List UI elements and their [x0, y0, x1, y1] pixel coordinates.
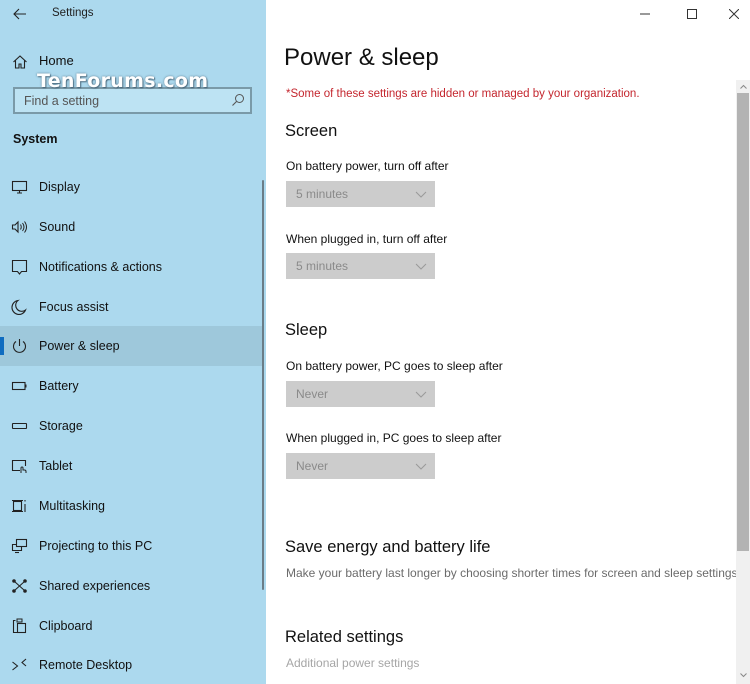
nav-label: Multitasking: [39, 499, 105, 513]
nav-label: Focus assist: [39, 300, 109, 314]
chevron-down-icon: [415, 191, 427, 198]
moon-icon: [11, 299, 27, 315]
sleep-plugged-label: When plugged in, PC goes to sleep after: [286, 431, 502, 445]
search-icon[interactable]: [231, 93, 245, 107]
dropdown-value: 5 minutes: [296, 259, 349, 273]
additional-power-settings-link[interactable]: Additional power settings: [286, 656, 419, 670]
sidebar-item-tablet[interactable]: Tablet: [0, 446, 262, 486]
tablet-icon: [11, 459, 27, 473]
speaker-icon: [11, 220, 27, 234]
display-icon: [11, 180, 28, 194]
close-icon: [729, 9, 739, 19]
scroll-thumb[interactable]: [737, 93, 749, 551]
screen-plugged-label: When plugged in, turn off after: [286, 232, 448, 246]
main-scrollbar[interactable]: [736, 80, 750, 684]
titlebar: Settings: [0, 0, 266, 30]
nav-label: Display: [39, 180, 80, 194]
nav-label: Projecting to this PC: [39, 539, 153, 553]
nav-label: Sound: [39, 220, 76, 234]
power-icon: [12, 339, 27, 353]
section-heading-system: System: [13, 132, 58, 146]
search-input[interactable]: [15, 89, 225, 112]
chevron-up-icon: [739, 84, 747, 89]
home-label: Home: [39, 53, 74, 68]
sidebar-item-remote-desktop[interactable]: Remote Desktop: [0, 645, 262, 684]
nav-label: Tablet: [39, 459, 73, 473]
sidebar-item-battery[interactable]: Battery: [0, 366, 262, 406]
storage-icon: [11, 422, 28, 430]
sidebar-item-focus-assist[interactable]: Focus assist: [0, 287, 262, 327]
nav-label: Notifications & actions: [39, 260, 162, 274]
dropdown-value: 5 minutes: [296, 187, 349, 201]
battery-icon: [11, 381, 27, 391]
save-energy-description: Make your battery last longer by choosin…: [286, 566, 741, 580]
dropdown-value: Never: [296, 459, 329, 473]
nav-label: Battery: [39, 379, 79, 393]
section-heading-sleep: Sleep: [285, 321, 328, 339]
sidebar-item-notifications[interactable]: Notifications & actions: [0, 247, 262, 287]
shared-experiences-icon: [12, 579, 27, 593]
scroll-down-button[interactable]: [736, 669, 750, 682]
nav-label: Storage: [39, 419, 83, 433]
section-heading-related: Related settings: [285, 628, 404, 646]
remote-desktop-icon: [12, 658, 27, 671]
sleep-battery-dropdown: Never: [286, 381, 435, 407]
chevron-down-icon: [415, 263, 427, 270]
maximize-icon: [687, 9, 697, 19]
clipboard-icon: [12, 618, 27, 634]
chevron-down-icon: [415, 391, 427, 398]
sidebar-item-power-sleep[interactable]: Power & sleep: [0, 326, 262, 366]
sidebar-item-projecting[interactable]: Projecting to this PC: [0, 526, 262, 566]
app-title: Settings: [52, 7, 94, 19]
arrow-left-icon: [13, 8, 26, 20]
section-heading-save-energy: Save energy and battery life: [285, 538, 491, 556]
organization-notice: *Some of these settings are hidden or ma…: [286, 88, 640, 100]
home-icon: [13, 55, 27, 69]
screen-battery-label: On battery power, turn off after: [286, 159, 449, 173]
sidebar-item-multitasking[interactable]: Multitasking: [0, 486, 262, 526]
sidebar: Settings Home TenForums.com System Displ…: [0, 0, 266, 684]
sidebar-item-home[interactable]: Home: [0, 48, 266, 74]
sidebar-item-sound[interactable]: Sound: [0, 207, 262, 247]
nav-label: Power & sleep: [39, 339, 120, 353]
sleep-battery-label: On battery power, PC goes to sleep after: [286, 359, 503, 373]
notification-icon: [11, 259, 28, 275]
close-button[interactable]: [711, 0, 750, 28]
nav-label: Remote Desktop: [39, 658, 133, 672]
dropdown-value: Never: [296, 387, 329, 401]
sidebar-item-storage[interactable]: Storage: [0, 406, 262, 446]
nav-label: Shared experiences: [39, 579, 151, 593]
sidebar-scrollbar[interactable]: [262, 180, 264, 590]
sleep-plugged-dropdown: Never: [286, 453, 435, 479]
nav-label: Clipboard: [39, 619, 93, 633]
sidebar-item-clipboard[interactable]: Clipboard: [0, 606, 262, 646]
search-box[interactable]: [13, 87, 252, 114]
sidebar-item-display[interactable]: Display: [0, 167, 262, 207]
screen-battery-dropdown: 5 minutes: [286, 181, 435, 207]
minimize-button[interactable]: [622, 0, 668, 28]
page-title: Power & sleep: [284, 44, 439, 71]
projecting-icon: [11, 538, 28, 554]
section-heading-screen: Screen: [285, 122, 338, 140]
scroll-up-button[interactable]: [736, 80, 750, 93]
sidebar-item-shared-experiences[interactable]: Shared experiences: [0, 566, 262, 606]
multitasking-icon: [12, 499, 26, 513]
back-button[interactable]: [6, 2, 34, 26]
chevron-down-icon: [415, 463, 427, 470]
chevron-down-icon: [739, 673, 747, 678]
screen-plugged-dropdown: 5 minutes: [286, 253, 435, 279]
main-content: [266, 0, 750, 684]
minimize-icon: [640, 13, 650, 15]
maximize-button[interactable]: [669, 0, 715, 28]
